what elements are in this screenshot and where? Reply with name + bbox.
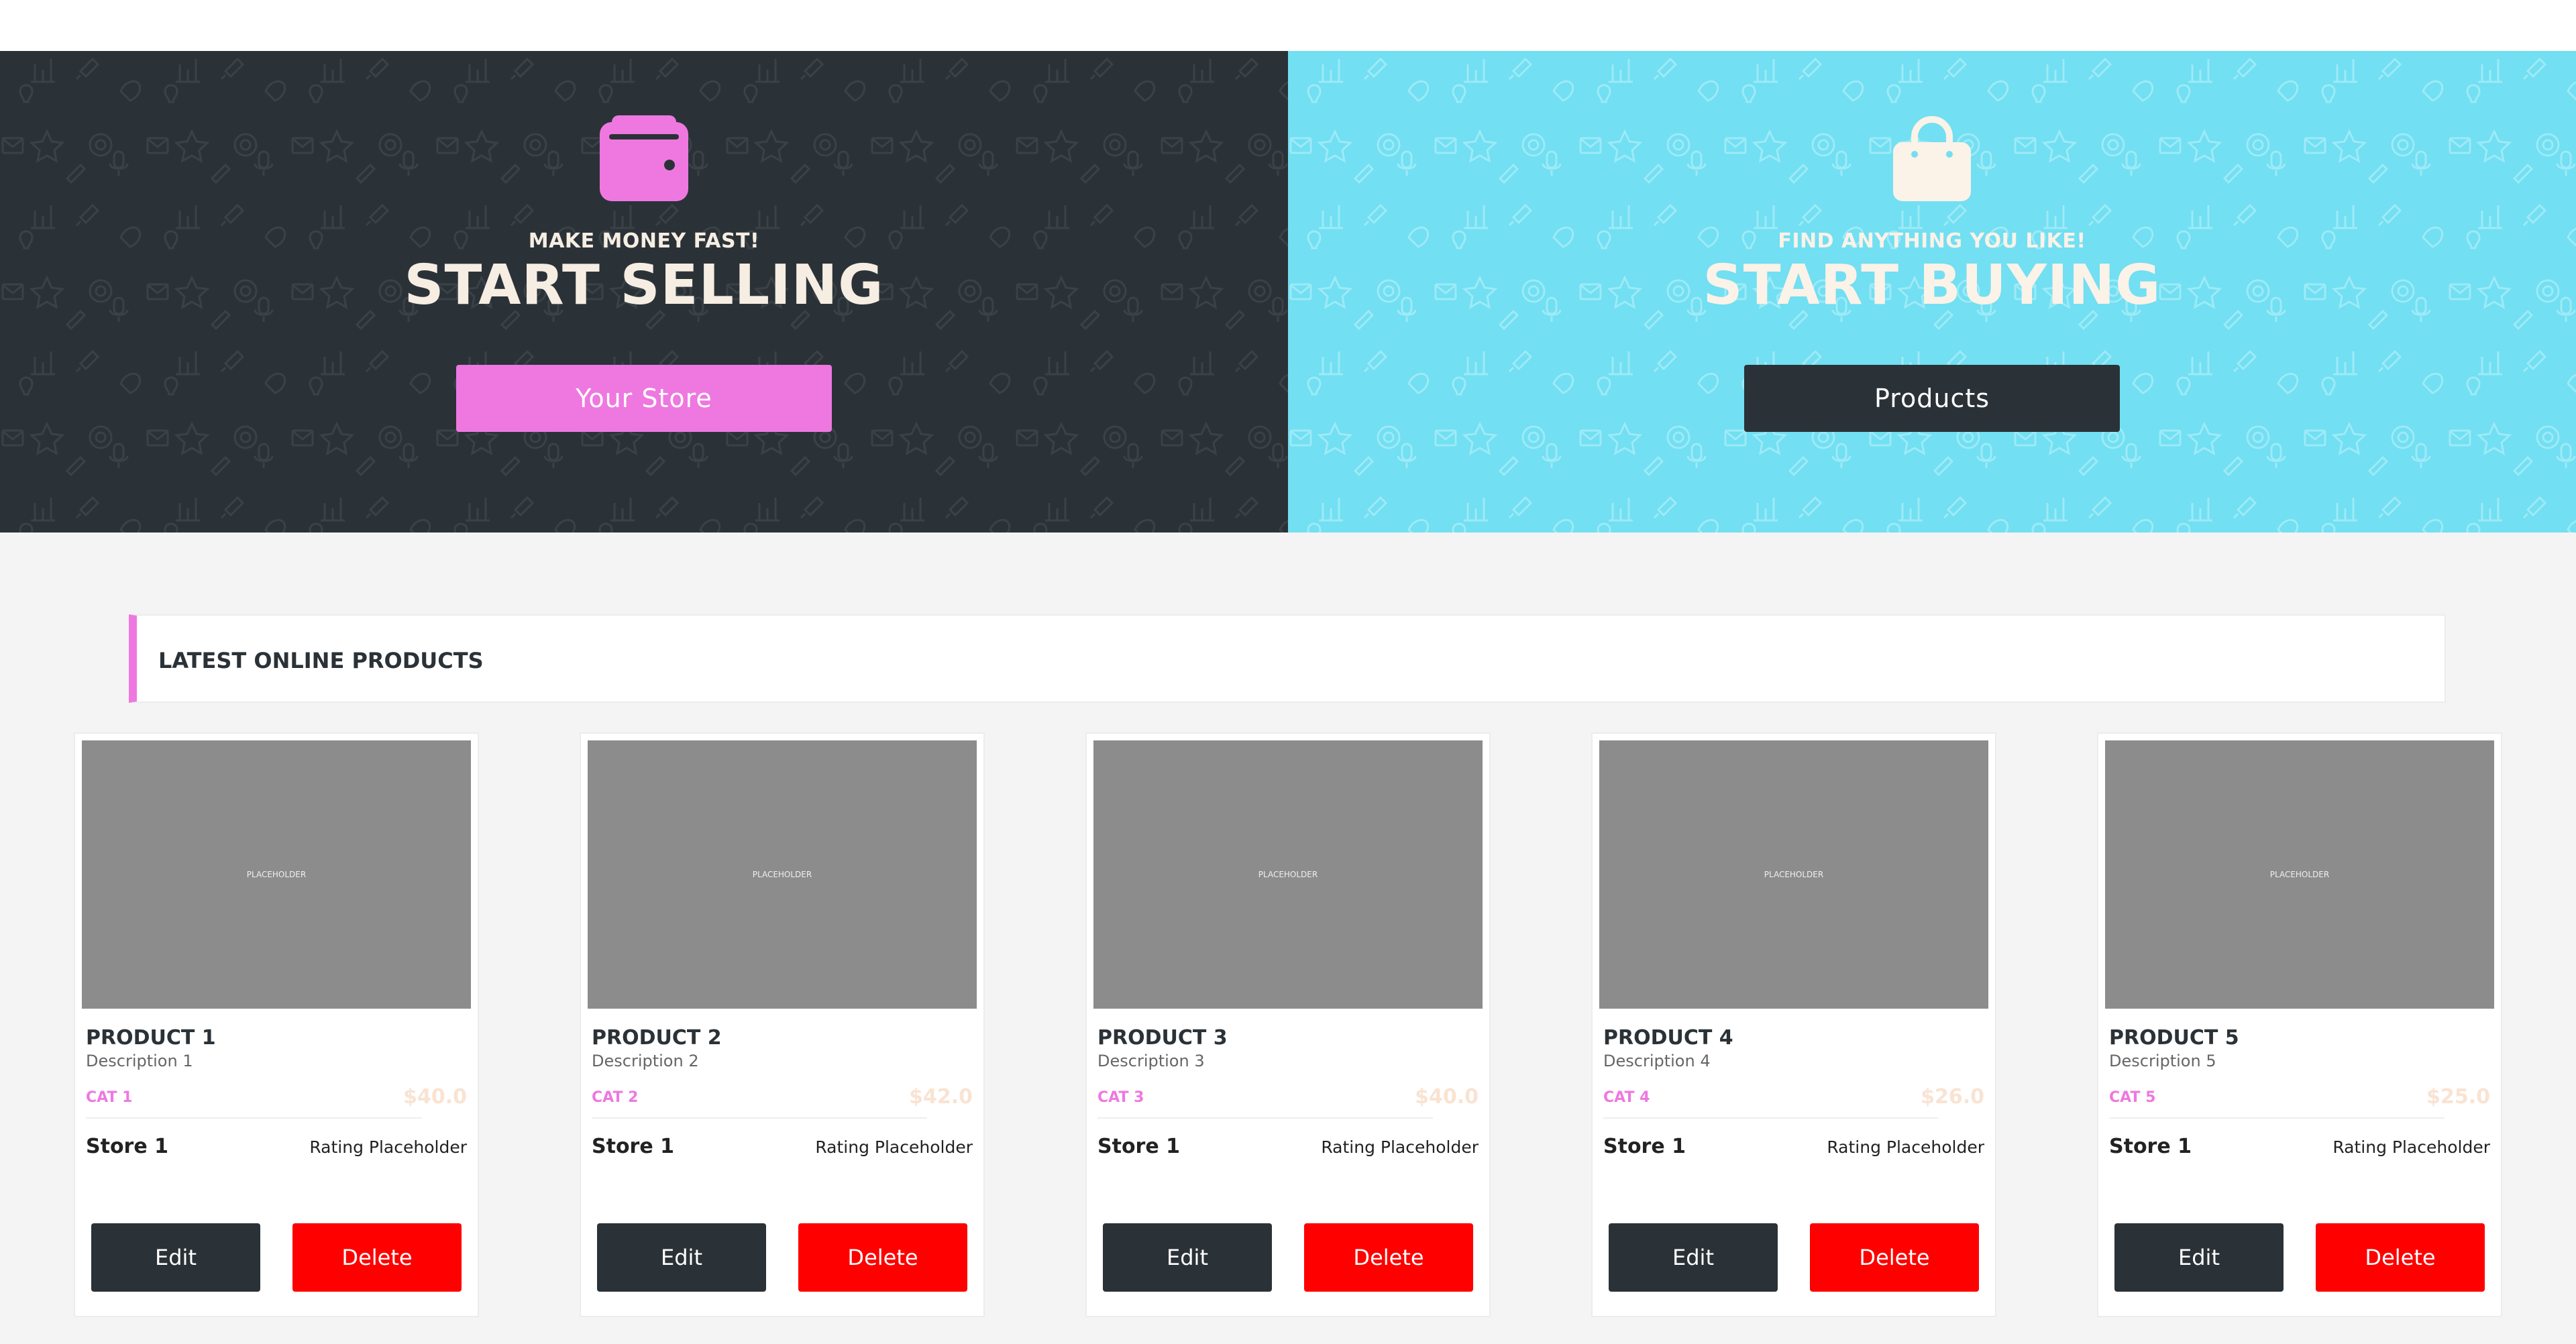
product-image: PLACEHOLDER [82,740,471,1009]
top-bar [0,0,2576,51]
image-placeholder-text: PLACEHOLDER [1764,870,1824,879]
products-button[interactable]: Products [1744,365,2120,432]
product-category: CAT 3 [1097,1089,1144,1106]
product-description: Description 3 [1097,1052,1205,1070]
hero-sell-kicker: MAKE MONEY FAST! [528,229,760,253]
product-name: PRODUCT 3 [1097,1026,1228,1050]
product-rating: Rating Placeholder [1321,1137,1479,1157]
divider [592,1117,927,1119]
hero-buy-panel: FIND ANYTHING YOU LIKE! START BUYING Pro… [1288,51,2576,533]
product-card: PLACEHOLDER PRODUCT 1 Description 1 CAT … [74,732,479,1317]
store-name: Store 1 [1603,1135,1686,1158]
delete-button[interactable]: Delete [1810,1223,1979,1292]
edit-button[interactable]: Edit [1103,1223,1272,1292]
product-card: PLACEHOLDER PRODUCT 2 Description 2 CAT … [580,732,985,1317]
product-name: PRODUCT 2 [592,1026,722,1050]
latest-products-header: LATEST ONLINE PRODUCTS [129,614,2446,703]
hero-buy-kicker: FIND ANYTHING YOU LIKE! [1778,229,2086,253]
divider [2109,1117,2445,1119]
wallet-icon [600,115,688,201]
product-price: $26.0 [1921,1085,1984,1109]
hero-sell-title: START SELLING [404,254,884,317]
delete-button[interactable]: Delete [1304,1223,1473,1292]
image-placeholder-text: PLACEHOLDER [1258,870,1318,879]
divider [86,1117,421,1119]
section-title: LATEST ONLINE PRODUCTS [158,648,484,673]
product-description: Description 1 [86,1052,193,1070]
product-name: PRODUCT 5 [2109,1026,2239,1050]
edit-button[interactable]: Edit [91,1223,260,1292]
product-category: CAT 4 [1603,1089,1650,1106]
delete-button[interactable]: Delete [798,1223,967,1292]
product-description: Description 2 [592,1052,699,1070]
product-rating: Rating Placeholder [2332,1137,2490,1157]
product-image: PLACEHOLDER [2105,740,2494,1009]
product-name: PRODUCT 1 [86,1026,216,1050]
store-name: Store 1 [1097,1135,1181,1158]
edit-button[interactable]: Edit [597,1223,766,1292]
store-name: Store 1 [592,1135,675,1158]
shopping-bag-icon [1893,116,1971,201]
hero-sell-panel: MAKE MONEY FAST! START SELLING Your Stor… [0,51,1288,533]
image-placeholder-text: PLACEHOLDER [2269,870,2330,879]
product-description: Description 4 [1603,1052,1711,1070]
product-price: $40.0 [403,1085,467,1109]
product-card: PLACEHOLDER PRODUCT 4 Description 4 CAT … [1591,732,1996,1317]
product-category: CAT 5 [2109,1089,2156,1106]
product-card: PLACEHOLDER PRODUCT 3 Description 3 CAT … [1085,732,1491,1317]
product-price: $42.0 [909,1085,973,1109]
product-rating: Rating Placeholder [309,1137,467,1157]
product-image: PLACEHOLDER [1599,740,1988,1009]
product-image: PLACEHOLDER [588,740,977,1009]
product-category: CAT 1 [86,1089,133,1106]
product-category: CAT 2 [592,1089,639,1106]
product-price: $25.0 [2426,1085,2490,1109]
product-name: PRODUCT 4 [1603,1026,1733,1050]
divider [1097,1117,1433,1119]
image-placeholder-text: PLACEHOLDER [752,870,812,879]
store-name: Store 1 [86,1135,169,1158]
edit-button[interactable]: Edit [1609,1223,1778,1292]
product-card: PLACEHOLDER PRODUCT 5 Description 5 CAT … [2097,732,2502,1317]
your-store-button[interactable]: Your Store [456,365,832,432]
delete-button[interactable]: Delete [292,1223,462,1292]
product-price: $40.0 [1415,1085,1479,1109]
product-rating: Rating Placeholder [1827,1137,1984,1157]
image-placeholder-text: PLACEHOLDER [246,870,307,879]
product-description: Description 5 [2109,1052,2216,1070]
store-name: Store 1 [2109,1135,2192,1158]
product-rating: Rating Placeholder [815,1137,973,1157]
edit-button[interactable]: Edit [2114,1223,2284,1292]
delete-button[interactable]: Delete [2316,1223,2485,1292]
product-image: PLACEHOLDER [1093,740,1483,1009]
hero-buy-title: START BUYING [1703,254,2161,317]
divider [1603,1117,1939,1119]
